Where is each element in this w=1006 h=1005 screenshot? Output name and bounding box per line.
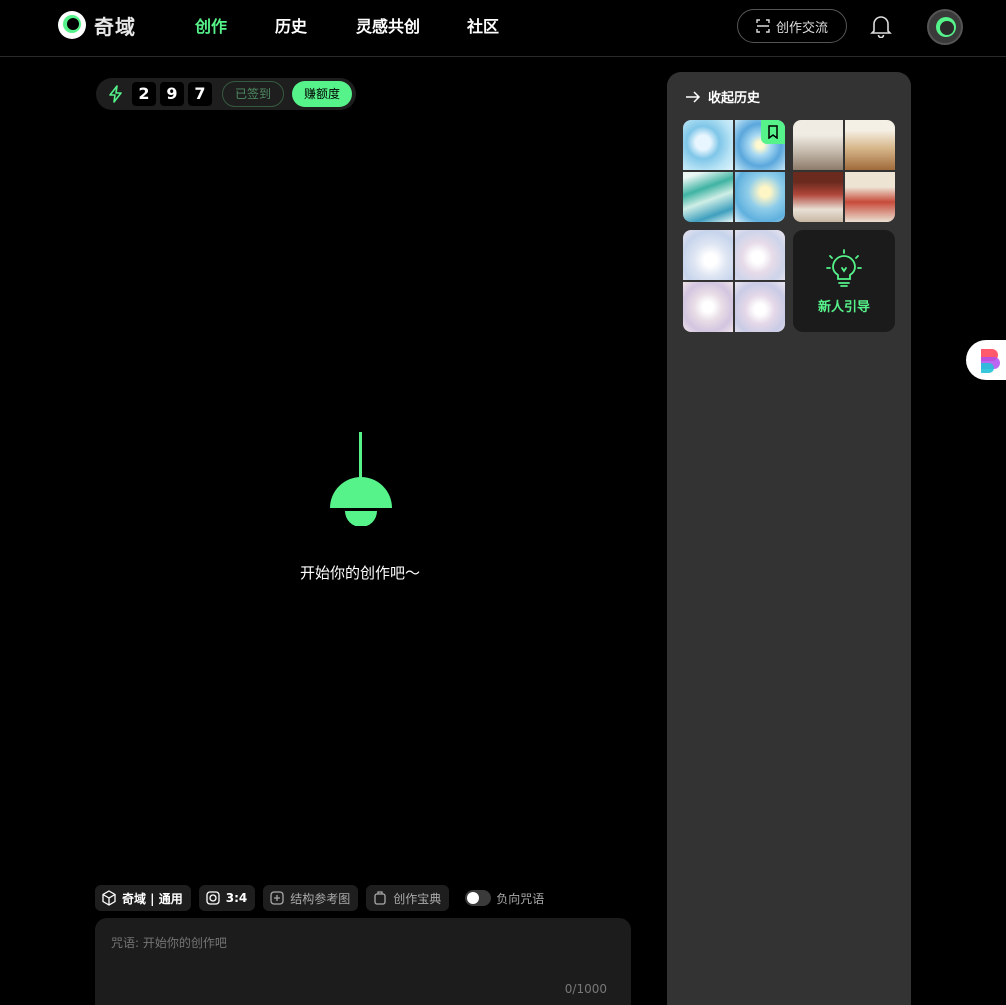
logo-mark-icon (58, 11, 86, 39)
credit-bar: 2 9 7 已签到 赚额度 (96, 78, 356, 110)
history-panel: 收起历史 新人引导 (667, 72, 911, 1005)
nav-item-history[interactable]: 历史 (275, 14, 356, 40)
thumbnail-tile (735, 172, 785, 222)
structure-reference-label: 结构参考图 (290, 891, 351, 906)
plus-box-icon (270, 891, 284, 905)
thumbnail-tile (793, 172, 843, 222)
thumbnail-tile (683, 282, 733, 332)
history-thumbnail[interactable] (683, 230, 785, 332)
main-nav: 创作 历史 灵感共创 社区 (195, 14, 499, 40)
bookmark-icon (768, 125, 778, 139)
bell-icon[interactable] (870, 14, 892, 38)
model-label: 奇域 | 通用 (122, 891, 183, 906)
negative-prompt-control: 负向咒语 (465, 890, 544, 907)
credit-digit: 7 (188, 82, 212, 106)
creation-dictionary-label: 创作宝典 (393, 891, 442, 906)
thumbnail-tile (683, 172, 733, 222)
negative-prompt-toggle[interactable] (465, 890, 492, 906)
logo-text: 奇域 (94, 14, 136, 39)
credit-digit: 9 (160, 82, 184, 106)
thumbnail-tile (683, 120, 733, 170)
prompt-char-counter: 0/1000 (564, 982, 607, 996)
app-logo[interactable]: 奇域 (58, 11, 136, 39)
thumbnail-tile (735, 230, 785, 280)
history-thumbnail[interactable] (683, 120, 785, 222)
structure-reference-button[interactable]: 结构参考图 (263, 885, 359, 911)
history-thumbnail[interactable] (793, 120, 895, 222)
newbie-guide-label: 新人引导 (817, 300, 870, 315)
thumbnail-tile (845, 120, 895, 170)
bookmark-badge[interactable] (761, 120, 785, 144)
creation-exchange-label: 创作交流 (775, 20, 828, 36)
thumbnail-tile (683, 230, 733, 280)
thumbnail-tile (845, 172, 895, 222)
earn-credits-button[interactable]: 赚额度 (292, 81, 352, 107)
ratio-icon (206, 891, 220, 905)
assistant-logo-icon (981, 349, 1000, 373)
thumbnail-tile (793, 120, 843, 170)
book-icon (374, 891, 386, 905)
prompt-input[interactable] (111, 936, 611, 950)
lightning-icon (109, 85, 122, 103)
model-select-button[interactable]: 奇域 | 通用 (95, 885, 191, 911)
arrow-right-icon (686, 90, 701, 103)
lamp-illustration-icon (330, 432, 392, 526)
floating-assistant-widget[interactable] (966, 340, 1006, 380)
newbie-guide-card[interactable]: 新人引导 (793, 230, 895, 332)
top-navigation-bar: 奇域 创作 历史 灵感共创 社区 创作交流 (0, 0, 1006, 57)
collapse-history-label: 收起历史 (708, 91, 761, 106)
nav-item-inspiration[interactable]: 灵感共创 (356, 14, 467, 40)
collapse-history-button[interactable]: 收起历史 (685, 87, 760, 106)
creation-dictionary-button[interactable]: 创作宝典 (366, 885, 450, 911)
aspect-ratio-button[interactable]: 3:4 (198, 885, 256, 911)
empty-state-text: 开始你的创作吧～ (299, 564, 420, 582)
user-avatar[interactable] (927, 9, 963, 45)
nav-item-create[interactable]: 创作 (195, 14, 275, 40)
lightbulb-icon (826, 249, 862, 287)
negative-prompt-label: 负向咒语 (496, 891, 545, 906)
scan-icon (756, 19, 770, 33)
creation-exchange-button[interactable]: 创作交流 (737, 9, 847, 43)
thumbnail-tile (735, 282, 785, 332)
signed-in-badge: 已签到 (222, 81, 284, 107)
aspect-ratio-label: 3:4 (225, 891, 248, 905)
cube-icon (102, 890, 116, 906)
prompt-toolbar: 奇域 | 通用 3:4 结构参考图 创作宝典 负向咒语 (95, 885, 544, 911)
credit-digit: 2 (132, 82, 156, 106)
prompt-box: 0/1000 (95, 918, 631, 1005)
nav-item-community[interactable]: 社区 (467, 14, 499, 40)
